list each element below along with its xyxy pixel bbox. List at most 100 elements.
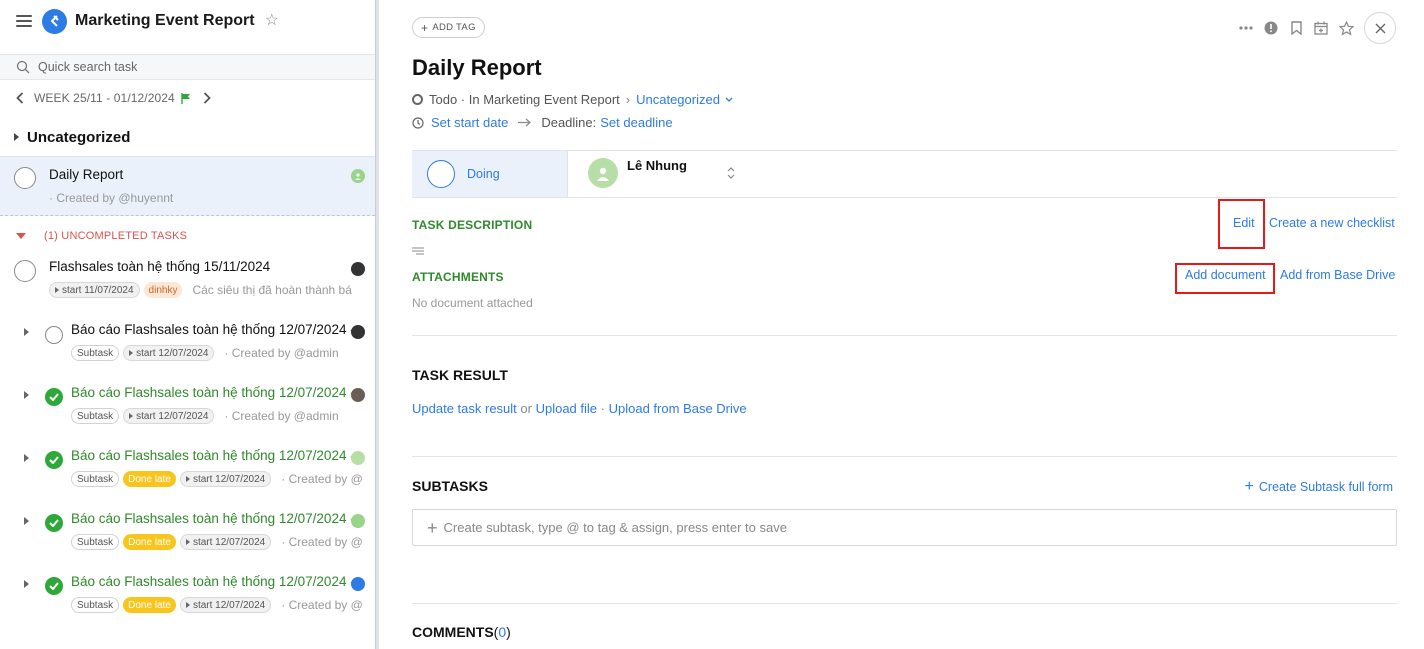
task-meta: Subtask Done late start 12/07/2024 · Cre…: [71, 597, 363, 613]
set-deadline-link[interactable]: Set deadline: [600, 115, 672, 130]
expand-icon[interactable]: [24, 328, 29, 336]
create-subtask-full-form-button[interactable]: + Create Subtask full form: [1245, 479, 1393, 495]
uncompleted-tasks-header[interactable]: (1) UNCOMPLETED TASKS: [0, 216, 375, 256]
breadcrumb: Todo · In Marketing Event Report › Uncat…: [412, 92, 733, 107]
selected-task-row[interactable]: Daily Report · Created by @huyennt: [0, 156, 375, 216]
task-detail-panel: + ADD TAG Daily Report Todo · In Marketi…: [380, 0, 1424, 649]
task-note: Các siêu thị đã hoàn thành bá: [192, 283, 352, 297]
menu-icon[interactable]: [16, 15, 32, 27]
dates-row: Set start date Deadline: Set deadline: [412, 115, 673, 130]
plus-icon: +: [1244, 478, 1254, 495]
check-icon[interactable]: [45, 451, 63, 469]
chevron-down-icon[interactable]: [725, 97, 733, 102]
avatar: [351, 262, 365, 276]
star-icon[interactable]: ☆: [265, 13, 279, 29]
add-tag-button[interactable]: + ADD TAG: [412, 17, 485, 38]
add-from-drive-button[interactable]: Add from Base Drive: [1280, 268, 1395, 282]
category-dropdown[interactable]: Uncategorized: [636, 92, 720, 107]
page-title: Daily Report: [412, 55, 542, 80]
list-item[interactable]: Báo cáo Flashsales toàn hệ thống 12/07/2…: [0, 571, 375, 634]
task-description-label: TASK DESCRIPTION: [412, 218, 533, 232]
task-status-circle[interactable]: [14, 167, 36, 189]
task-meta: Subtask Done late start 12/07/2024 · Cre…: [71, 471, 363, 487]
task-note: · Created by @: [281, 535, 363, 549]
plus-icon: +: [421, 20, 429, 35]
highlight-box: [1218, 199, 1265, 249]
upload-file-link[interactable]: Upload file: [536, 401, 597, 416]
list-item[interactable]: Báo cáo Flashsales toàn hệ thống 12/07/2…: [0, 508, 375, 571]
done-late-chip: Done late: [123, 471, 176, 487]
deadline-label: Deadline:: [541, 115, 597, 130]
group-title: Uncategorized: [27, 128, 131, 146]
highlight-box: [1175, 263, 1275, 294]
avatar: [351, 451, 365, 465]
start-date-chip: start 12/07/2024: [123, 345, 215, 361]
create-subtask-full-label: Create Subtask full form: [1258, 480, 1393, 494]
avatar: [351, 514, 365, 528]
subtask-placeholder: Create subtask, type @ to tag & assign, …: [443, 520, 787, 535]
set-start-date-link[interactable]: Set start date: [431, 115, 508, 130]
stage-selector[interactable]: Doing: [412, 151, 568, 197]
comments-label: COMMENTS: [412, 624, 494, 640]
info-icon[interactable]: [1259, 16, 1283, 40]
status-bar: Doing Lê Nhung: [412, 150, 1397, 198]
update-result-link[interactable]: Update task result: [412, 401, 517, 416]
search-input[interactable]: Quick search task: [38, 60, 137, 74]
close-icon: [1375, 23, 1385, 33]
task-name: Daily Report: [49, 167, 124, 182]
comments-count: 0: [498, 624, 507, 640]
start-date-chip: start 12/07/2024: [179, 471, 272, 487]
status-text: Todo · In Marketing Event Report: [429, 92, 620, 107]
quick-search[interactable]: Quick search task: [0, 54, 375, 80]
list-item[interactable]: Báo cáo Flashsales toàn hệ thống 12/07/2…: [0, 319, 375, 382]
list-item[interactable]: Báo cáo Flashsales toàn hệ thống 12/07/2…: [0, 382, 375, 445]
chevron-right-icon[interactable]: [197, 88, 217, 108]
expand-icon[interactable]: [24, 391, 29, 399]
bookmark-icon[interactable]: [1284, 16, 1308, 40]
task-name: Báo cáo Flashsales toàn hệ thống 12/07/2…: [71, 322, 355, 337]
group-uncategorized[interactable]: Uncategorized: [0, 120, 375, 154]
task-result-title: TASK RESULT: [412, 367, 508, 383]
divider: [412, 603, 1397, 604]
done-late-chip: Done late: [123, 534, 176, 550]
create-checklist-button[interactable]: Create a new checklist: [1269, 216, 1395, 230]
chevron-left-icon[interactable]: [10, 88, 30, 108]
check-icon[interactable]: [45, 514, 63, 532]
stage-circle-icon: [427, 160, 455, 188]
task-result-actions: Update task result or Upload file · Uplo…: [412, 401, 747, 416]
divider: [412, 456, 1397, 457]
upload-from-drive-link[interactable]: Upload from Base Drive: [609, 401, 747, 416]
expand-icon[interactable]: [24, 454, 29, 462]
task-meta: Subtask Done late start 12/07/2024 · Cre…: [71, 534, 363, 550]
assignee-name: Lê Nhung: [627, 157, 687, 173]
tag-chip: dinhky: [143, 282, 183, 298]
add-tag-label: ADD TAG: [432, 22, 476, 33]
separator-dot: ·: [600, 401, 605, 416]
task-created-by: · Created by @huyennt: [49, 191, 174, 205]
task-status-circle[interactable]: [45, 326, 63, 344]
expand-icon[interactable]: [24, 517, 29, 525]
comments-title: COMMENTS(0): [412, 624, 511, 640]
check-icon[interactable]: [45, 577, 63, 595]
panel-resize-handle[interactable]: [375, 0, 379, 649]
more-icon[interactable]: [1234, 16, 1258, 40]
assignee[interactable]: Lê Nhung: [588, 158, 735, 188]
expand-icon[interactable]: [24, 580, 29, 588]
check-icon[interactable]: [45, 388, 63, 406]
done-late-chip: Done late: [123, 597, 176, 613]
subtask-input[interactable]: + Create subtask, type @ to tag & assign…: [412, 509, 1397, 546]
status-circle-icon: [412, 94, 423, 105]
calendar-icon[interactable]: [1309, 16, 1333, 40]
task-note: · Created by @admin: [224, 409, 339, 423]
sort-icon[interactable]: [727, 166, 735, 180]
list-item[interactable]: Flashsales toàn hệ thống 15/11/2024 star…: [0, 256, 375, 319]
app-logo-icon: [42, 8, 67, 34]
clock-icon: [412, 116, 424, 129]
star-icon[interactable]: [1334, 16, 1358, 40]
task-name: Báo cáo Flashsales toàn hệ thống 12/07/2…: [71, 511, 355, 526]
task-status-circle[interactable]: [14, 260, 36, 282]
subtask-chip: Subtask: [71, 534, 120, 550]
subtask-chip: Subtask: [71, 345, 120, 361]
list-item[interactable]: Báo cáo Flashsales toàn hệ thống 12/07/2…: [0, 445, 375, 508]
close-button[interactable]: [1364, 12, 1396, 44]
